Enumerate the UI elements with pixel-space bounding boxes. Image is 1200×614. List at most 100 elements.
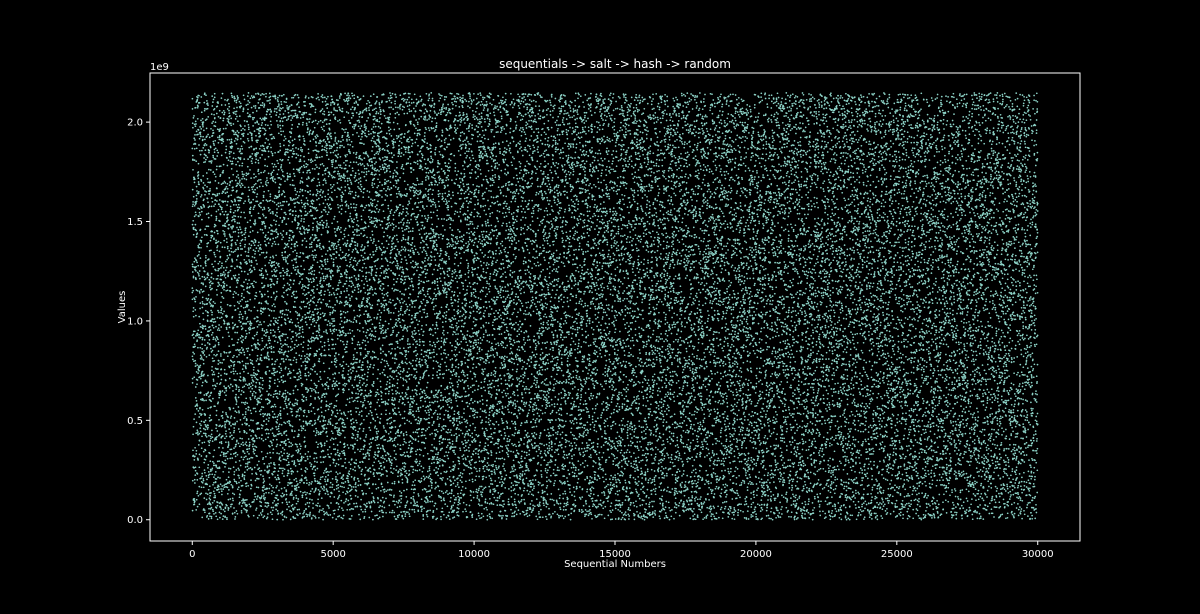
data-point xyxy=(199,278,201,280)
data-point xyxy=(304,510,306,512)
data-point xyxy=(209,473,211,475)
data-point xyxy=(236,356,238,358)
data-point xyxy=(213,143,215,145)
data-point xyxy=(308,316,310,318)
data-point xyxy=(224,181,226,183)
data-point xyxy=(229,481,231,483)
data-point xyxy=(312,333,314,335)
data-point xyxy=(196,493,198,495)
data-point xyxy=(309,319,311,321)
data-point xyxy=(265,217,267,219)
data-point xyxy=(222,488,224,490)
data-point xyxy=(296,415,298,417)
data-point xyxy=(197,431,199,433)
data-point xyxy=(231,243,233,245)
data-point xyxy=(192,98,194,100)
data-point xyxy=(308,97,310,99)
data-point xyxy=(204,92,206,94)
data-point xyxy=(236,386,238,388)
data-point xyxy=(297,498,299,500)
data-point xyxy=(279,194,281,196)
data-point xyxy=(266,177,268,179)
data-point xyxy=(236,190,238,192)
data-point xyxy=(274,230,276,232)
data-point xyxy=(315,435,317,437)
data-point xyxy=(249,397,251,399)
data-point xyxy=(266,199,268,201)
data-point xyxy=(236,130,238,132)
data-point xyxy=(286,268,288,270)
data-point xyxy=(287,178,289,180)
data-point xyxy=(198,370,200,372)
data-point xyxy=(213,449,215,451)
data-point xyxy=(309,310,311,312)
data-point xyxy=(264,240,266,242)
data-point xyxy=(262,185,264,187)
data-point xyxy=(313,257,315,259)
data-point xyxy=(283,94,285,96)
data-point xyxy=(222,133,224,135)
data-point xyxy=(230,122,232,124)
data-point xyxy=(292,179,294,181)
data-point xyxy=(229,498,231,500)
data-point xyxy=(246,317,248,319)
data-point xyxy=(317,261,319,263)
data-point xyxy=(282,502,284,504)
data-point xyxy=(313,200,315,202)
data-point xyxy=(300,372,302,374)
data-point xyxy=(204,110,206,112)
data-point xyxy=(262,490,264,492)
data-point xyxy=(256,464,258,466)
data-point xyxy=(252,191,254,193)
data-point xyxy=(314,397,316,399)
data-point xyxy=(232,485,234,487)
data-point xyxy=(214,261,216,263)
data-point xyxy=(289,184,291,186)
data-point xyxy=(193,316,195,318)
data-point xyxy=(248,425,250,427)
data-point xyxy=(262,277,264,279)
data-point xyxy=(255,107,257,109)
data-point xyxy=(239,181,241,183)
data-point xyxy=(191,287,193,289)
data-point xyxy=(304,437,306,439)
data-point xyxy=(312,468,314,470)
data-point xyxy=(227,289,229,291)
data-point xyxy=(293,199,295,201)
data-point xyxy=(294,217,296,219)
data-point xyxy=(233,427,235,429)
data-point xyxy=(275,360,277,362)
data-point xyxy=(272,265,274,267)
data-point xyxy=(200,196,202,198)
data-point xyxy=(196,147,198,149)
data-point xyxy=(245,466,247,468)
data-point xyxy=(231,93,233,95)
data-point xyxy=(226,315,228,317)
data-point xyxy=(219,135,221,137)
data-point xyxy=(278,326,280,328)
data-point xyxy=(247,108,249,110)
data-point xyxy=(316,154,318,156)
data-point xyxy=(304,285,306,287)
data-point xyxy=(263,478,265,480)
data-point xyxy=(253,96,255,98)
data-point xyxy=(289,234,291,236)
data-point xyxy=(281,369,283,371)
data-point xyxy=(216,247,218,249)
data-point xyxy=(230,484,232,486)
data-point xyxy=(239,207,241,209)
data-point xyxy=(250,467,252,469)
data-point xyxy=(198,95,200,97)
data-point xyxy=(230,194,232,196)
data-point xyxy=(258,487,260,489)
data-point xyxy=(243,289,245,291)
data-point xyxy=(261,438,263,440)
data-point xyxy=(222,225,224,227)
data-point xyxy=(194,309,196,311)
data-point xyxy=(267,354,269,356)
data-point xyxy=(264,497,266,499)
data-point xyxy=(207,102,209,104)
data-point xyxy=(270,147,272,149)
data-point xyxy=(309,205,311,207)
data-point xyxy=(244,239,246,241)
